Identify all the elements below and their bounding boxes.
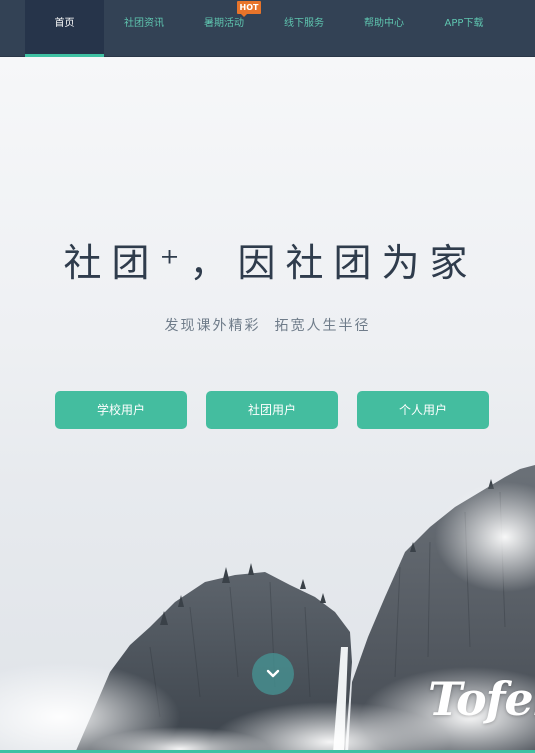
- hero-headline: 社团⁺，因社团为家: [63, 241, 478, 285]
- nav-item-club-news[interactable]: 社团资讯: [104, 0, 184, 57]
- top-nav: 首页 社团资讯 暑期活动 线下服务 帮助中心 APP下载 HOT: [0, 0, 535, 57]
- tofei-logo: Tofei: [428, 672, 535, 726]
- school-user-button[interactable]: 学校用户: [55, 391, 187, 429]
- personal-user-button[interactable]: 个人用户: [357, 391, 489, 429]
- nav-item-app-download[interactable]: APP下载: [424, 0, 504, 57]
- nav-item-home[interactable]: 首页: [25, 0, 104, 57]
- hero-subline: 发现课外精彩 拓宽人生半径: [0, 315, 535, 335]
- nav-item-offline-service[interactable]: 线下服务: [264, 0, 344, 57]
- subline-right: 拓宽人生半径: [274, 318, 371, 334]
- chevron-down-icon: [266, 669, 280, 678]
- nav-item-help-center[interactable]: 帮助中心: [344, 0, 424, 57]
- scroll-down-button[interactable]: [252, 653, 294, 695]
- subline-left: 发现课外精彩: [164, 318, 261, 334]
- club-user-button[interactable]: 社团用户: [206, 391, 338, 429]
- hot-badge: HOT: [237, 1, 261, 17]
- hero-banner: 社团⁺，因社团为家 发现课外精彩 拓宽人生半径 学校用户 社团用户 个人用户 To…: [0, 57, 535, 753]
